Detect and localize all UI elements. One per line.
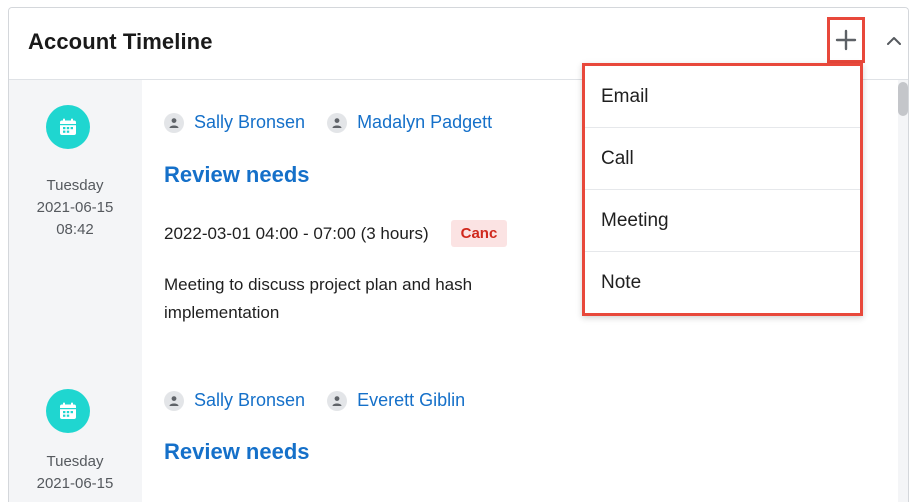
entry-date: 2021-06-15 (36, 199, 114, 216)
status-badge: Canc (450, 220, 508, 247)
person-icon (164, 390, 184, 411)
person-icon (164, 112, 184, 133)
menu-item-call[interactable]: Call (585, 128, 860, 190)
participant-link[interactable]: Sally Bronsen (194, 390, 305, 411)
entry-date-column: Tuesday 2021-06-15 (9, 364, 141, 502)
calendar-icon (60, 402, 76, 419)
participants: Sally Bronsen Madalyn Padgett (164, 112, 514, 133)
participant-link[interactable]: Madalyn Padgett (357, 112, 492, 133)
participant[interactable]: Sally Bronsen (164, 390, 305, 411)
entry-day: Tuesday (46, 453, 104, 470)
entry-day: Tuesday (46, 177, 104, 194)
collapse-button[interactable] (883, 30, 905, 52)
menu-item-email[interactable]: Email (585, 66, 860, 128)
participant-link[interactable]: Everett Giblin (357, 390, 465, 411)
calendar-badge (46, 105, 90, 149)
add-button[interactable] (827, 17, 865, 63)
participant[interactable]: Everett Giblin (327, 390, 465, 411)
person-icon (327, 112, 348, 133)
entry-date: 2021-06-15 (36, 475, 114, 492)
add-menu-dropdown: Email Call Meeting Note (582, 63, 863, 316)
entry-time-range: 2022-03-01 04:00 - 07:00 (3 hours) Canc (164, 220, 508, 247)
calendar-badge (46, 389, 90, 433)
menu-item-meeting[interactable]: Meeting (585, 190, 860, 252)
timeline-entry: Tuesday 2021-06-15 Sally Bronsen Everett… (9, 364, 908, 502)
dashlet-title: Account Timeline (28, 29, 213, 54)
chevron-up-icon (887, 37, 901, 45)
participant-link[interactable]: Sally Bronsen (194, 112, 305, 133)
time-range-text: 2022-03-01 04:00 - 07:00 (3 hours) (164, 223, 429, 243)
entry-title-link[interactable]: Review needs (164, 439, 310, 465)
participant[interactable]: Madalyn Padgett (327, 112, 492, 133)
menu-item-note[interactable]: Note (585, 252, 860, 314)
entry-date-column: Tuesday 2021-06-15 08:42 (9, 80, 141, 364)
calendar-icon (60, 118, 76, 135)
scrollbar-thumb[interactable] (898, 82, 908, 116)
plus-icon (835, 29, 857, 51)
entry-title-link[interactable]: Review needs (164, 162, 310, 188)
person-icon (327, 390, 348, 411)
participants: Sally Bronsen Everett Giblin (164, 390, 487, 411)
entry-time: 08:42 (56, 221, 94, 238)
participant[interactable]: Sally Bronsen (164, 112, 305, 133)
entry-card: Sally Bronsen Everett Giblin Review need… (142, 364, 898, 502)
